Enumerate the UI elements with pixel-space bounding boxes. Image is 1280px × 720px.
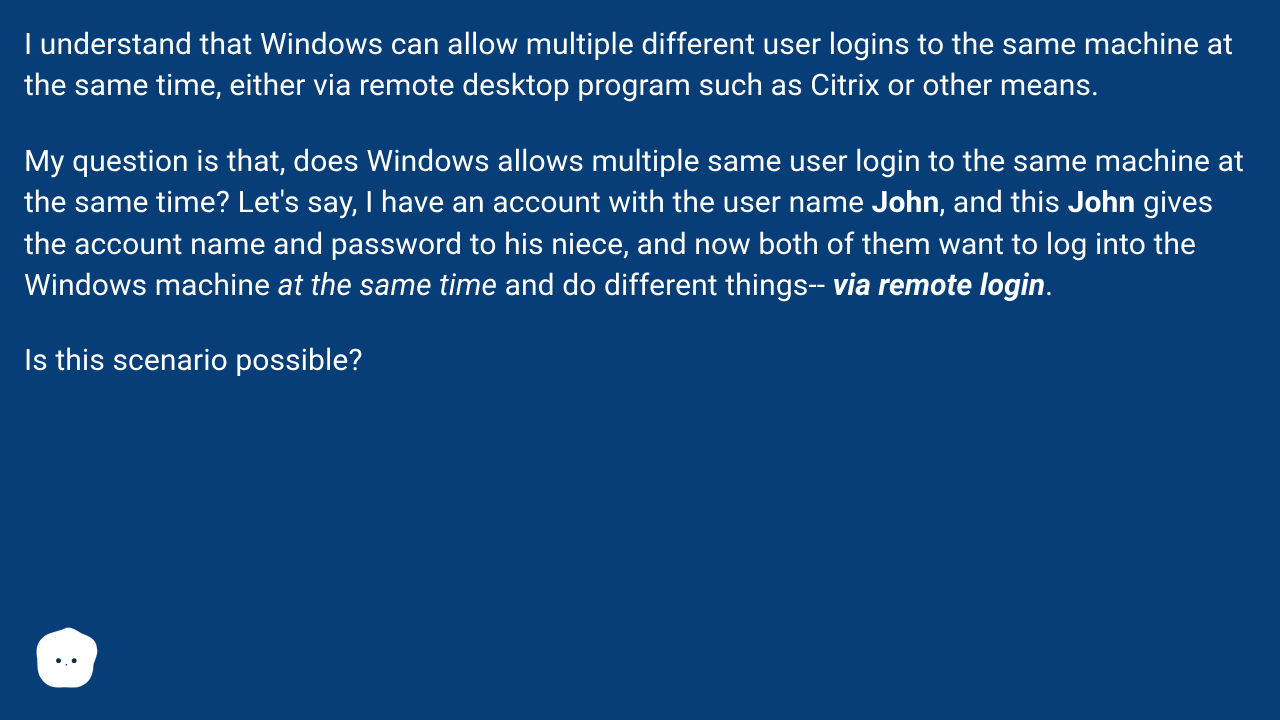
bold-italic-text: via remote login xyxy=(833,268,1045,303)
text: Is this scenario possible? xyxy=(24,343,363,378)
bold-text: John xyxy=(872,185,940,220)
italic-text: at the same time xyxy=(278,268,497,303)
paragraph-3: Is this scenario possible? xyxy=(24,340,1254,381)
paragraph-1: I understand that Windows can allow mult… xyxy=(24,24,1254,107)
avatar-icon xyxy=(32,624,100,692)
text: I understand that Windows can allow mult… xyxy=(24,27,1233,103)
text: and do different things-- xyxy=(497,268,833,303)
question-body: I understand that Windows can allow mult… xyxy=(0,0,1280,382)
bold-text: John xyxy=(1068,185,1136,220)
text: . xyxy=(1045,268,1053,303)
text: , and this xyxy=(939,185,1067,220)
paragraph-2: My question is that, does Windows allows… xyxy=(24,141,1254,307)
